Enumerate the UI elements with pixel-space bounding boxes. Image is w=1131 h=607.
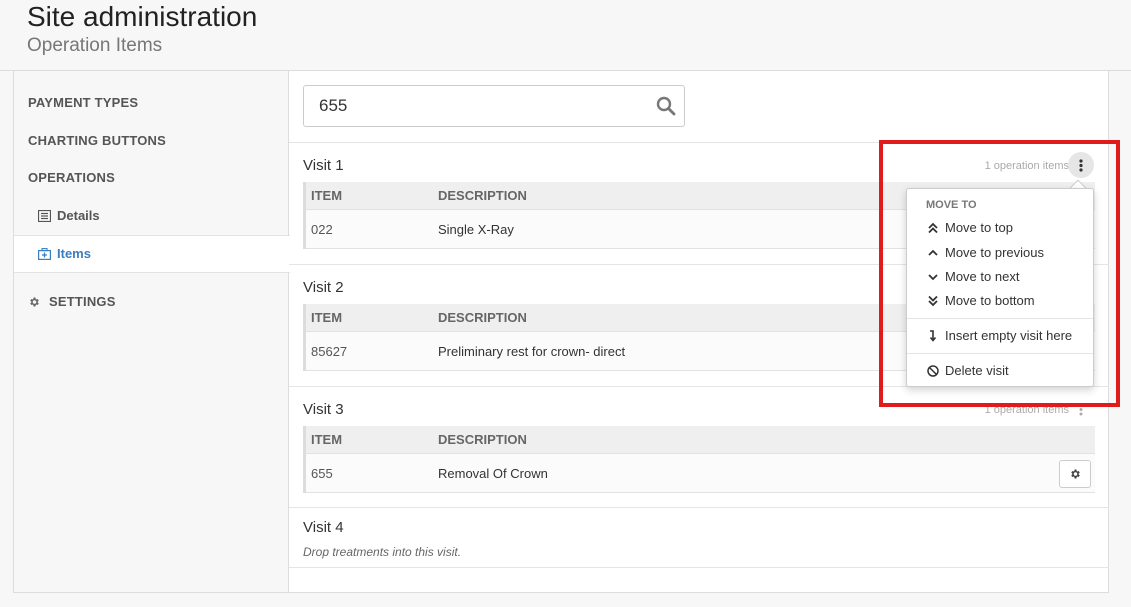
- ban-icon: [927, 364, 939, 377]
- visit-item-count: 1 operation items: [984, 160, 1069, 172]
- search-box: [303, 85, 685, 127]
- menu-header: MOVE TO: [926, 199, 977, 211]
- sidebar-item-settings[interactable]: SETTINGS: [28, 294, 116, 309]
- arrow-down-corner-icon: [929, 329, 937, 342]
- divider: [289, 567, 1109, 568]
- item-description: Removal Of Crown: [438, 465, 548, 481]
- page-title: Site administration: [27, 1, 258, 32]
- kebab-icon: [1079, 158, 1083, 172]
- table-row[interactable]: 655 Removal Of Crown: [306, 453, 1095, 493]
- visit-options-menu: MOVE TO Move to top Move to previous Mov…: [906, 188, 1094, 387]
- visit-options-button[interactable]: [1068, 396, 1094, 422]
- menu-divider: [907, 353, 1093, 354]
- sidebar-item-settings-label: SETTINGS: [49, 294, 116, 309]
- sidebar-item-items-label: Items: [57, 246, 91, 261]
- gear-icon: [1071, 469, 1080, 479]
- drop-hint: Drop treatments into this visit.: [303, 545, 462, 559]
- item-code: 022: [311, 221, 333, 237]
- search-icon[interactable]: [656, 96, 676, 116]
- menu-item-move-to-next[interactable]: Move to next: [927, 269, 1019, 284]
- gear-icon: [30, 297, 39, 306]
- menu-divider: [907, 318, 1093, 319]
- visit-item-count: 1 operation items: [984, 404, 1069, 416]
- sidebar-item-items[interactable]: Items: [38, 246, 91, 261]
- sidebar-item-payment-types[interactable]: PAYMENT TYPES: [28, 95, 138, 110]
- menu-item-label: Move to next: [945, 269, 1020, 284]
- sidebar-item-details-label: Details: [57, 208, 100, 223]
- menu-item-insert-empty-visit[interactable]: Insert empty visit here: [927, 328, 1072, 343]
- menu-item-label: Move to top: [945, 220, 1013, 235]
- column-header-item: ITEM: [311, 310, 343, 325]
- sidebar-item-charting-buttons[interactable]: CHARTING BUTTONS: [28, 133, 166, 148]
- double-chevron-down-icon: [928, 295, 938, 306]
- chevron-up-icon: [928, 249, 938, 256]
- menu-item-label: Move to previous: [945, 245, 1044, 260]
- kebab-icon: [1079, 403, 1083, 415]
- page-subtitle: Operation Items: [27, 35, 163, 56]
- divider: [289, 507, 1109, 508]
- menu-item-delete-visit[interactable]: Delete visit: [927, 363, 1009, 378]
- divider: [289, 142, 1109, 143]
- medkit-icon: [38, 247, 51, 260]
- double-chevron-up-icon: [928, 222, 938, 233]
- visit-table: ITEM DESCRIPTION 655 Removal Of Crown: [303, 426, 1095, 493]
- column-header-item: ITEM: [311, 432, 343, 447]
- menu-item-move-to-top[interactable]: Move to top: [927, 220, 1013, 235]
- table-header: ITEM DESCRIPTION: [306, 426, 1095, 453]
- column-header-item: ITEM: [311, 188, 343, 203]
- page-header: Site administration Operation Items: [0, 0, 1131, 71]
- item-code: 655: [311, 465, 333, 481]
- menu-item-label: Insert empty visit here: [945, 328, 1073, 343]
- column-header-description: DESCRIPTION: [438, 432, 527, 447]
- item-code: 85627: [311, 343, 348, 359]
- sidebar-item-operations[interactable]: OPERATIONS: [28, 170, 115, 185]
- menu-item-move-to-previous[interactable]: Move to previous: [927, 245, 1044, 260]
- chevron-down-icon: [928, 273, 938, 280]
- visit-title: Visit 2: [303, 279, 344, 296]
- menu-item-move-to-bottom[interactable]: Move to bottom: [927, 293, 1035, 308]
- sidebar-item-details[interactable]: Details: [38, 208, 100, 223]
- menu-item-label: Move to bottom: [945, 293, 1035, 308]
- visit-title: Visit 4: [303, 519, 344, 536]
- sidebar: PAYMENT TYPES CHARTING BUTTONS OPERATION…: [14, 71, 290, 592]
- menu-item-label: Delete visit: [945, 363, 1009, 378]
- visit-title: Visit 1: [303, 157, 344, 174]
- search-input[interactable]: [304, 86, 644, 126]
- list-icon: [38, 209, 51, 222]
- visit-title: Visit 3: [303, 401, 344, 418]
- visit-options-button[interactable]: [1068, 152, 1094, 178]
- row-settings-button[interactable]: [1059, 460, 1091, 488]
